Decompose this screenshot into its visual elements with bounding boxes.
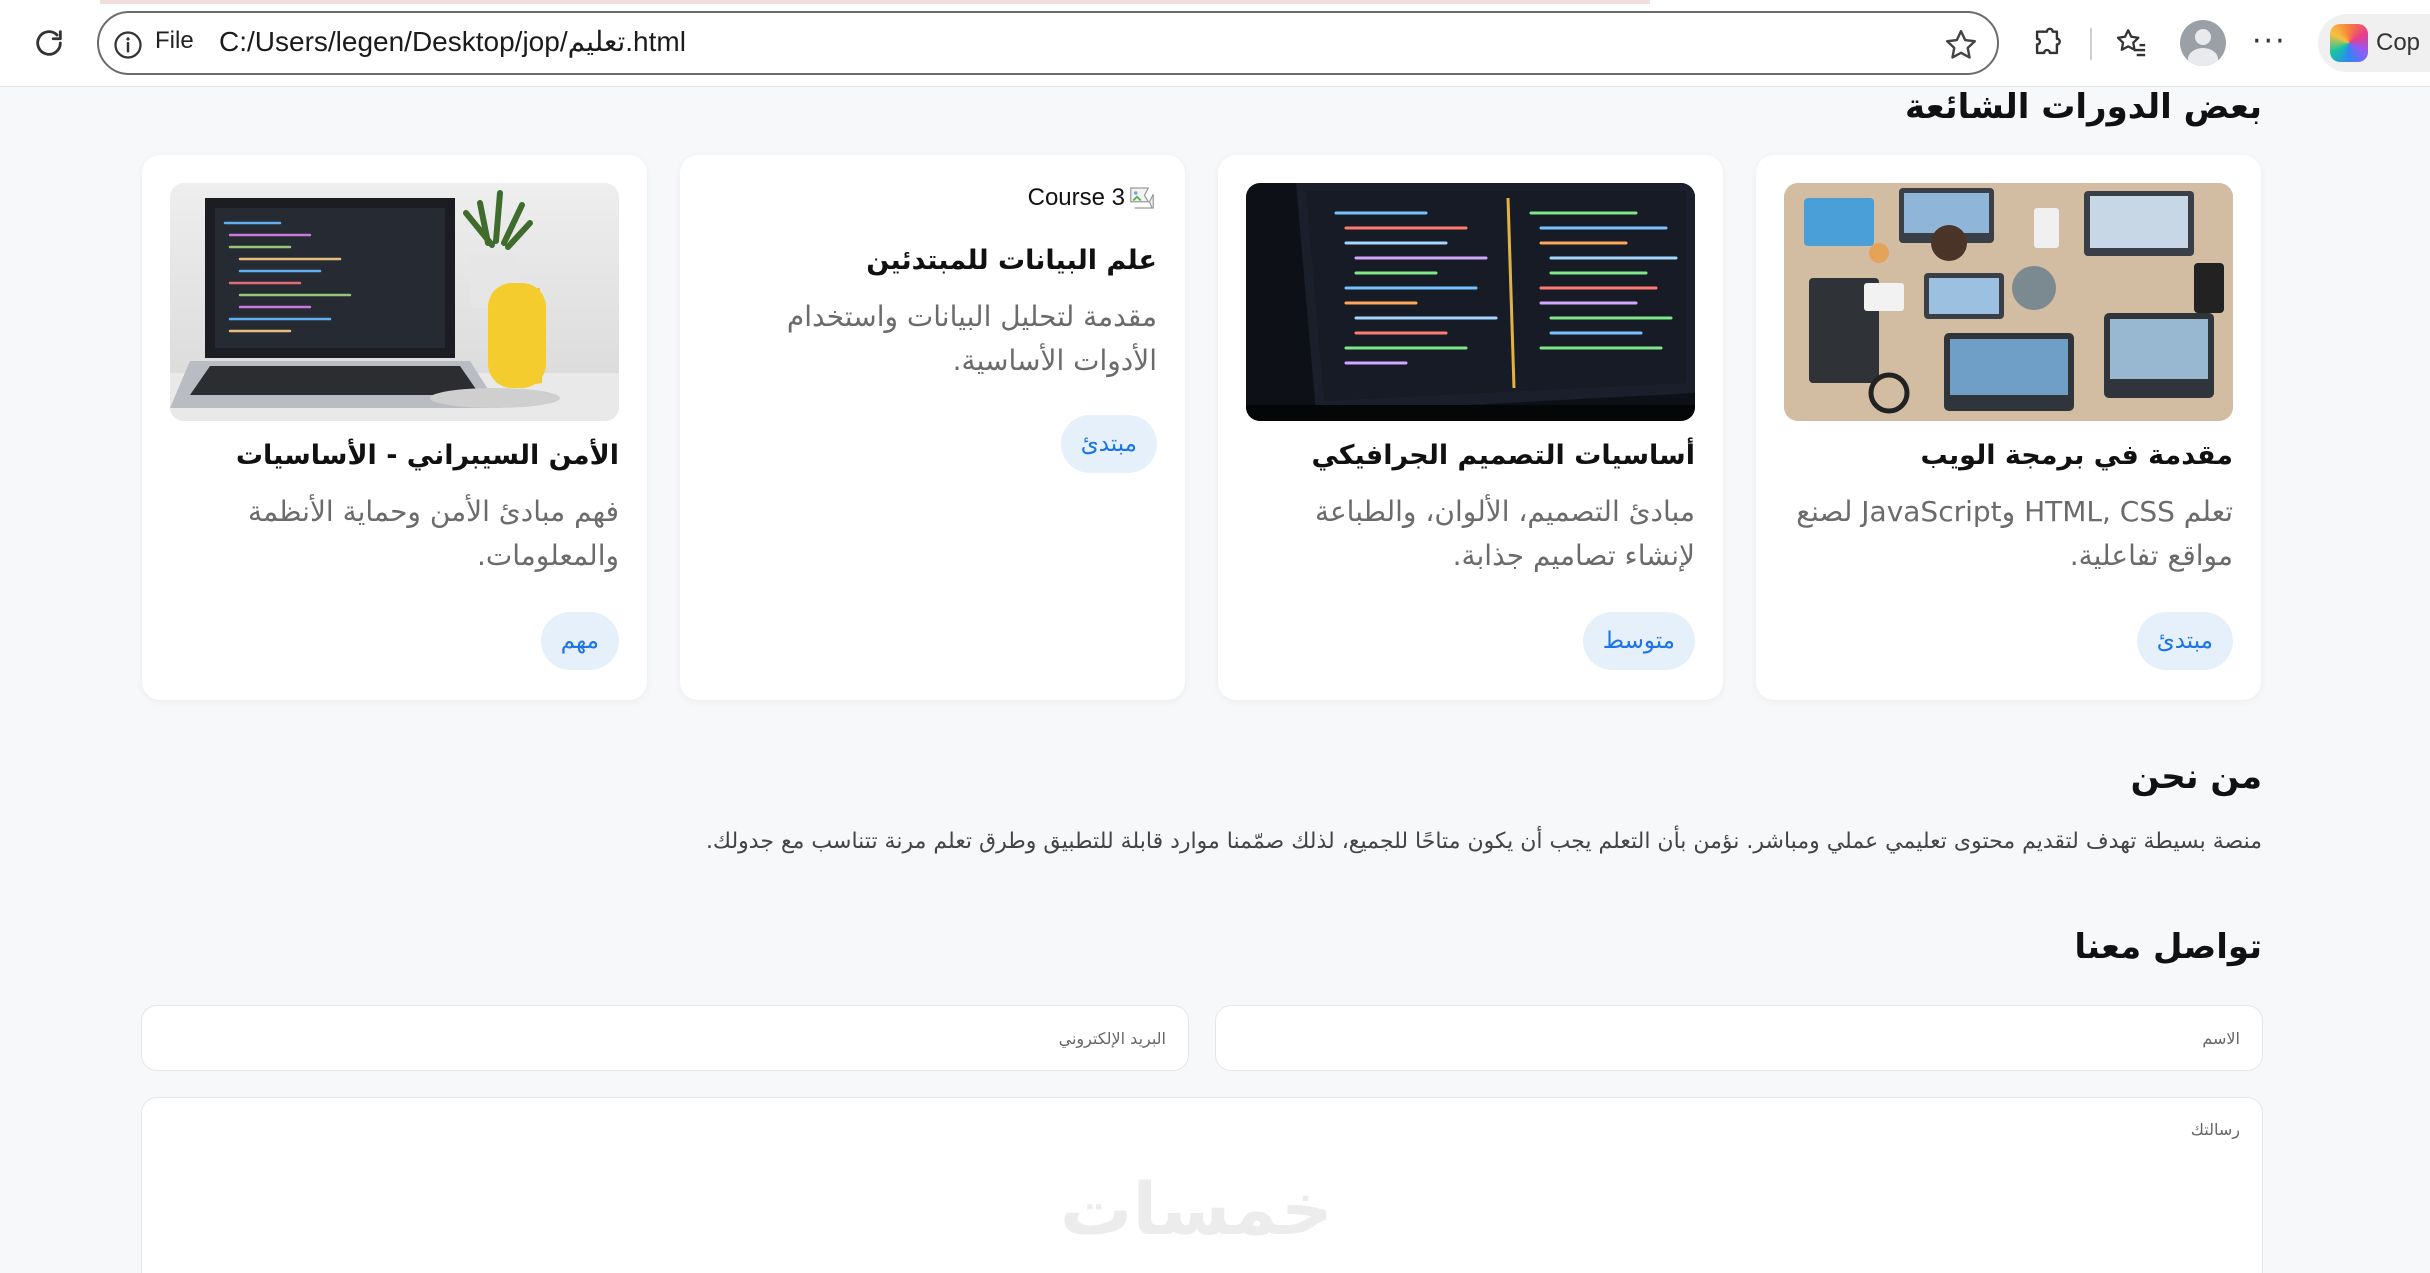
reload-icon (36, 30, 62, 56)
course-card[interactable]: أساسيات التصميم الجرافيكي مبادئ التصميم،… (1218, 155, 1723, 700)
workspace-photo (1784, 183, 2233, 421)
puzzle-icon (2035, 27, 2061, 55)
course-title: علم البيانات للمبتدئين (866, 245, 1157, 276)
course-card[interactable]: مقدمة في برمجة الويب تعلم HTML, CSS وJav… (1756, 155, 2261, 700)
email-field[interactable] (141, 1005, 1189, 1071)
courses-title: بعض الدورات الشائعة (1905, 87, 2262, 127)
image-alt-text: Course 3 (1027, 184, 1125, 211)
address-bar[interactable]: File C:/Users/legen/Desktop/jop/تعليم.ht… (97, 11, 1999, 75)
email-input[interactable] (142, 1006, 1188, 1070)
contact-title: تواصل معنا (2074, 927, 2262, 967)
course-description: فهم مبادئ الأمن وحماية الأنظمة والمعلوما… (247, 495, 619, 572)
name-field[interactable] (1215, 1005, 2263, 1071)
laptop-desk-photo (170, 183, 619, 421)
copilot-icon (2330, 24, 2368, 62)
broken-image-icon (1130, 187, 1154, 209)
course-card[interactable]: Course 3 علم البيانات للمبتدئين مقدمة لت… (680, 155, 1185, 700)
name-input[interactable] (1216, 1006, 2262, 1070)
about-text: منصة بسيطة تهدف لتقديم محتوى تعليمي عملي… (705, 829, 2262, 854)
copilot-button[interactable]: Cop (2318, 14, 2430, 72)
browser-toolbar: File C:/Users/legen/Desktop/jop/تعليم.ht… (0, 0, 2430, 87)
course-description: تعلم HTML, CSS وJavaScript لصنع مواقع تف… (1796, 495, 2233, 572)
page-content: بعض الدورات الشائعة مقدمة في برمجة الويب… (0, 87, 2430, 1273)
profile-icon[interactable] (2180, 20, 2226, 66)
toolbar-divider (2090, 28, 2092, 60)
reload-button[interactable] (24, 20, 74, 66)
watermark: خمسات (1060, 1167, 1333, 1251)
course-title: الأمن السيبراني - الأساسيات (235, 440, 619, 471)
broken-image: Course 3 (1028, 183, 1157, 213)
course-description: مبادئ التصميم، الألوان، والطباعة لإنشاء … (1314, 495, 1695, 572)
course-image (1784, 183, 2233, 421)
course-image (1246, 183, 1695, 421)
level-badge: متوسط (1582, 612, 1695, 670)
code-laptop-photo (1246, 183, 1695, 421)
avatar-head (2195, 29, 2211, 45)
more-icon[interactable]: ··· (2252, 24, 2287, 59)
about-title: من نحن (2130, 757, 2262, 797)
course-image (170, 183, 619, 421)
course-card[interactable]: الأمن السيبراني - الأساسيات فهم مبادئ ال… (142, 155, 647, 700)
tab-strip-edge (100, 0, 1650, 4)
avatar-body (2188, 48, 2218, 66)
course-title: أساسيات التصميم الجرافيكي (1311, 440, 1695, 471)
level-badge: مبتدئ (2136, 612, 2233, 670)
info-icon[interactable] (113, 30, 143, 60)
course-description: مقدمة لتحليل البيانات واستخدام الأدوات ا… (786, 300, 1157, 377)
favorites-button[interactable] (2108, 20, 2154, 66)
star-icon[interactable] (1943, 27, 1979, 63)
favorites-icon (2116, 29, 2146, 57)
file-scheme-label: File (155, 27, 194, 54)
copilot-label: Cop (2376, 29, 2421, 56)
url-text[interactable]: C:/Users/legen/Desktop/jop/تعليم.html (219, 25, 686, 58)
level-badge: مهم (540, 612, 619, 670)
level-badge: مبتدئ (1060, 415, 1157, 473)
course-title: مقدمة في برمجة الويب (1920, 440, 2233, 471)
extensions-button[interactable] (2024, 20, 2070, 66)
